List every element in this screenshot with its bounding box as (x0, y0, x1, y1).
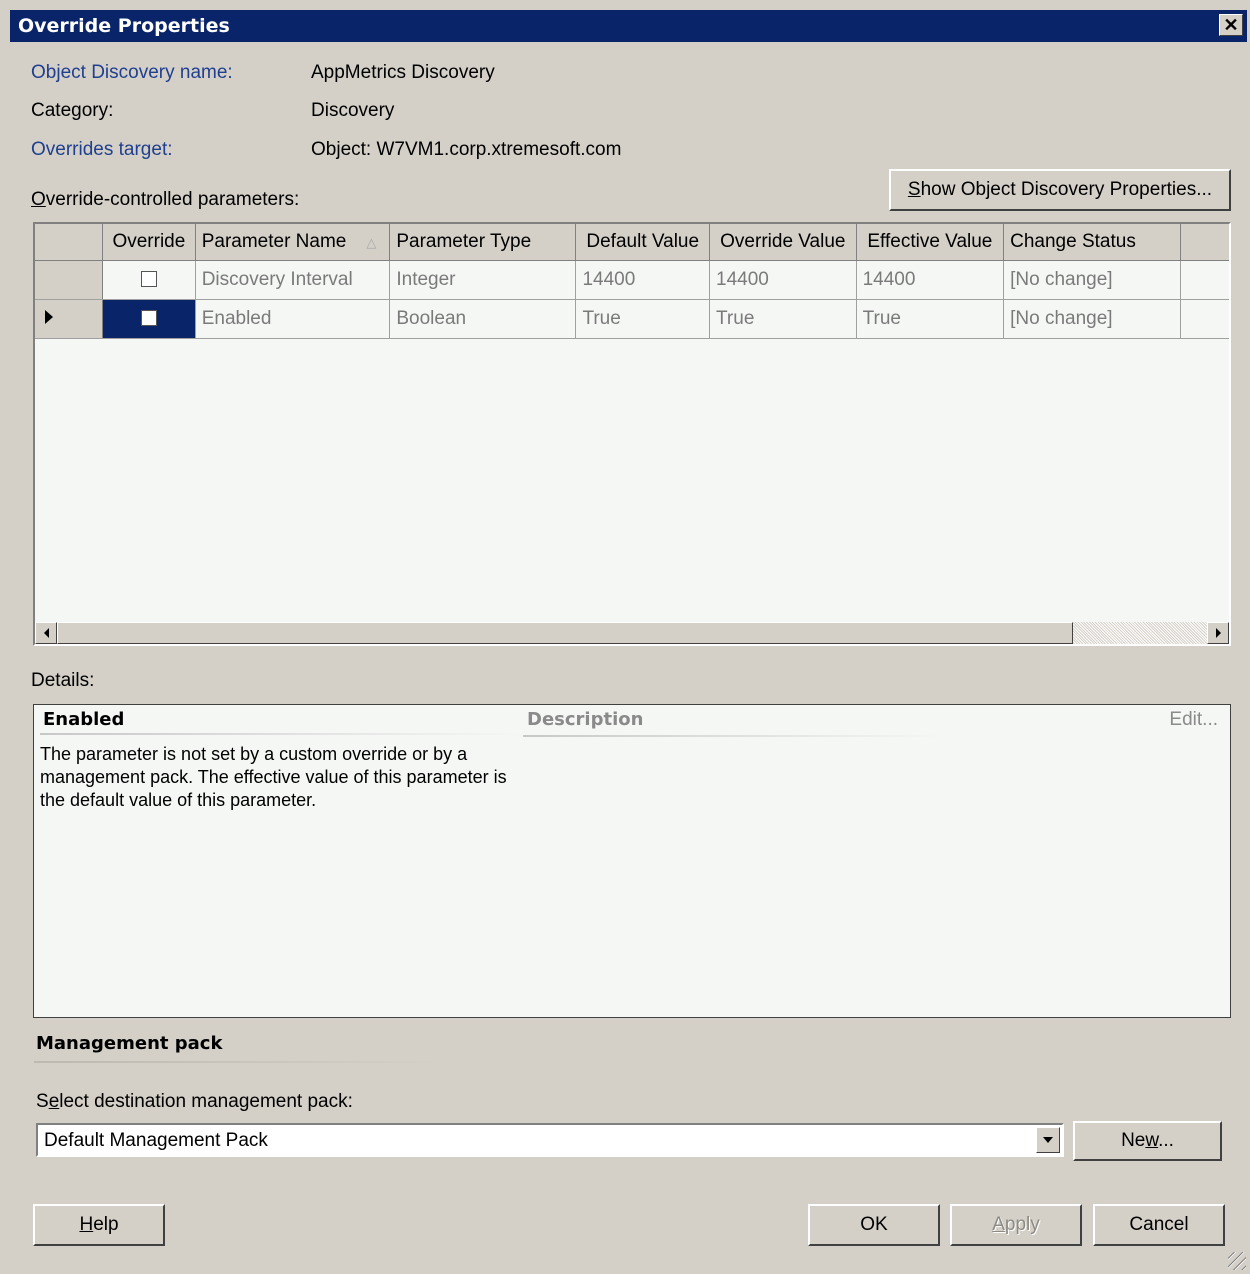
details-panel: Enabled Description Edit... The paramete… (33, 704, 1231, 1018)
parameters-grid: Override Parameter Name △ Parameter Type … (33, 222, 1231, 646)
row-header[interactable] (35, 260, 104, 300)
column-header-filler (1180, 224, 1229, 261)
edit-link[interactable]: Edit... (1169, 709, 1218, 731)
overrides-target-label: Overrides target: (31, 139, 173, 160)
description-title: Description (527, 709, 644, 730)
effective-value-cell[interactable]: 14400 (856, 260, 1005, 300)
description-divider (523, 735, 943, 737)
table-row[interactable]: Discovery Interval Integer 14400 14400 1… (35, 260, 1229, 300)
details-name-divider (40, 733, 520, 735)
chevron-down-icon[interactable] (1036, 1127, 1060, 1153)
help-button[interactable]: Help (33, 1204, 165, 1246)
change-status-cell[interactable]: [No change] (1003, 299, 1182, 339)
row-pointer-icon (45, 309, 53, 324)
scroll-left-icon[interactable] (35, 622, 57, 644)
object-discovery-name-value: AppMetrics Discovery (311, 62, 495, 83)
details-label: Details: (31, 670, 95, 691)
column-header-change-status[interactable]: Change Status (1003, 224, 1182, 261)
column-header-override-value[interactable]: Override Value (709, 224, 857, 261)
details-parameter-name: Enabled (43, 709, 125, 730)
parameters-table: Override Parameter Name △ Parameter Type … (35, 224, 1229, 339)
row-header[interactable] (35, 299, 104, 339)
override-value-cell[interactable]: True (709, 299, 857, 339)
default-value-cell[interactable]: 14400 (575, 260, 711, 300)
management-pack-selected: Default Management Pack (44, 1130, 268, 1151)
object-discovery-name-label: Object Discovery name: (31, 62, 233, 83)
title-bar: Override Properties ✕ (10, 10, 1247, 42)
select-destination-label: Select destination management pack: (36, 1091, 353, 1112)
new-management-pack-button[interactable]: New... (1073, 1121, 1222, 1161)
cancel-button[interactable]: Cancel (1093, 1204, 1225, 1246)
parameter-name-cell[interactable]: Enabled (195, 299, 391, 339)
show-object-discovery-properties-button[interactable]: Show Object Discovery Properties... (889, 169, 1231, 211)
management-pack-title: Management pack (36, 1033, 223, 1054)
default-value-cell[interactable]: True (575, 299, 711, 339)
ok-button[interactable]: OK (808, 1204, 940, 1246)
details-text: The parameter is not set by a custom ove… (40, 744, 507, 810)
change-status-cell[interactable]: [No change] (1003, 260, 1182, 300)
category-value: Discovery (311, 100, 395, 121)
parameter-type-cell[interactable]: Boolean (389, 299, 577, 339)
management-pack-divider (34, 1061, 444, 1063)
effective-value-cell[interactable]: True (856, 299, 1005, 339)
parameter-type-cell[interactable]: Integer (389, 260, 577, 300)
scroll-right-icon[interactable] (1207, 622, 1229, 644)
column-header-parameter-type[interactable]: Parameter Type (389, 224, 577, 261)
horizontal-scrollbar[interactable] (35, 622, 1229, 644)
resize-grip-icon[interactable] (1228, 1252, 1246, 1270)
override-cell[interactable] (102, 260, 196, 300)
override-checkbox[interactable] (140, 271, 157, 288)
filler-cell (1180, 299, 1229, 339)
override-checkbox[interactable] (140, 310, 157, 327)
category-label: Category: (31, 100, 114, 121)
override-parameters-label: Override-controlled parameters: (31, 189, 300, 210)
apply-button[interactable]: Apply (950, 1204, 1082, 1246)
window-title: Override Properties (18, 15, 230, 37)
override-value-cell[interactable]: 14400 (709, 260, 857, 300)
override-cell[interactable] (102, 299, 196, 339)
grid-header-row: Override Parameter Name △ Parameter Type … (35, 224, 1229, 261)
filler-cell (1180, 260, 1229, 300)
overrides-target-value: Object: W7VM1.corp.xtremesoft.com (311, 139, 622, 160)
row-header-corner (35, 224, 104, 261)
table-row[interactable]: Enabled Boolean True True True [No chang… (35, 299, 1229, 339)
scroll-thumb[interactable] (57, 622, 1073, 644)
column-header-effective-value[interactable]: Effective Value (856, 224, 1005, 261)
sort-ascending-icon: △ (366, 234, 377, 250)
column-header-parameter-name[interactable]: Parameter Name △ (195, 224, 391, 261)
parameter-name-cell[interactable]: Discovery Interval (195, 260, 391, 300)
column-header-override[interactable]: Override (102, 224, 196, 261)
close-icon[interactable]: ✕ (1219, 14, 1243, 36)
management-pack-select[interactable]: Default Management Pack (36, 1123, 1064, 1157)
column-header-default-value[interactable]: Default Value (575, 224, 711, 261)
